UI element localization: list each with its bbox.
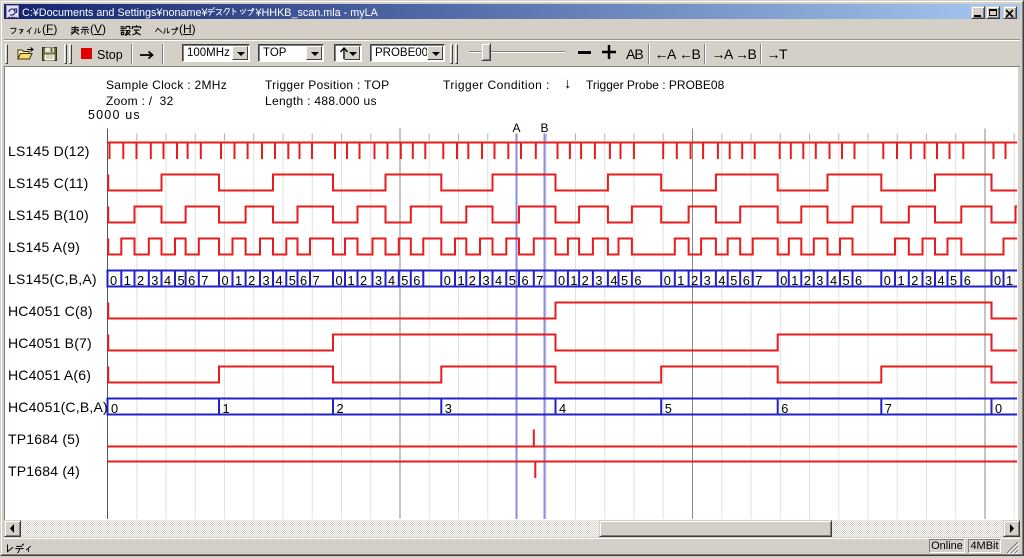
svg-text:2: 2 (360, 273, 367, 288)
svg-text:7: 7 (885, 401, 892, 416)
svg-text:3: 3 (445, 401, 452, 416)
svg-text:3: 3 (704, 273, 711, 288)
svg-text:4: 4 (164, 273, 171, 288)
svg-text:5: 5 (401, 273, 408, 288)
svg-text:3: 3 (483, 273, 490, 288)
svg-text:1: 1 (570, 273, 577, 288)
svg-text:6: 6 (964, 273, 971, 288)
svg-text:1: 1 (791, 273, 798, 288)
svg-text:0: 0 (110, 273, 117, 288)
svg-text:6: 6 (413, 273, 420, 288)
svg-text:7: 7 (201, 273, 208, 288)
svg-text:2: 2 (337, 401, 344, 416)
svg-text:2: 2 (469, 273, 476, 288)
svg-text:0: 0 (111, 401, 118, 416)
svg-text:1: 1 (223, 401, 230, 416)
svg-text:3: 3 (816, 273, 823, 288)
svg-text:1: 1 (898, 273, 905, 288)
svg-text:1: 1 (1006, 273, 1013, 288)
svg-text:4: 4 (495, 273, 502, 288)
svg-text:5: 5 (178, 273, 185, 288)
svg-text:3: 3 (925, 273, 932, 288)
svg-text:2: 2 (137, 273, 144, 288)
svg-text:0: 0 (664, 273, 671, 288)
svg-text:0: 0 (558, 273, 565, 288)
svg-text:6: 6 (781, 401, 788, 416)
svg-text:1: 1 (124, 273, 131, 288)
svg-text:4: 4 (610, 273, 617, 288)
svg-text:6: 6 (188, 273, 195, 288)
svg-text:B: B (540, 121, 548, 135)
svg-text:0: 0 (995, 401, 1002, 416)
svg-text:A: A (512, 121, 520, 135)
svg-text:2: 2 (804, 273, 811, 288)
svg-text:0: 0 (884, 273, 891, 288)
svg-text:5: 5 (665, 401, 672, 416)
svg-text:2: 2 (911, 273, 918, 288)
svg-text:1: 1 (458, 273, 465, 288)
svg-text:6: 6 (300, 273, 307, 288)
svg-text:2: 2 (582, 273, 589, 288)
svg-text:4: 4 (830, 273, 837, 288)
svg-text:1: 1 (348, 273, 355, 288)
svg-text:1: 1 (677, 273, 684, 288)
svg-text:6: 6 (743, 273, 750, 288)
svg-text:6: 6 (634, 273, 641, 288)
svg-text:4: 4 (938, 273, 945, 288)
svg-text:0: 0 (444, 273, 451, 288)
svg-text:4: 4 (276, 273, 283, 288)
svg-text:4: 4 (388, 273, 395, 288)
svg-text:3: 3 (151, 273, 158, 288)
svg-text:5: 5 (950, 273, 957, 288)
svg-text:0: 0 (222, 273, 229, 288)
svg-text:7: 7 (755, 273, 762, 288)
svg-text:5: 5 (730, 273, 737, 288)
svg-text:0: 0 (780, 273, 787, 288)
svg-text:1: 1 (235, 273, 242, 288)
svg-text:5: 5 (843, 273, 850, 288)
svg-text:0: 0 (994, 273, 1001, 288)
svg-text:3: 3 (263, 273, 270, 288)
svg-text:2: 2 (691, 273, 698, 288)
svg-text:4: 4 (718, 273, 725, 288)
svg-text:5: 5 (621, 273, 628, 288)
svg-text:7: 7 (313, 273, 320, 288)
svg-text:3: 3 (595, 273, 602, 288)
svg-text:6: 6 (522, 273, 529, 288)
svg-text:5: 5 (509, 273, 516, 288)
svg-text:0: 0 (336, 273, 343, 288)
svg-text:6: 6 (855, 273, 862, 288)
svg-text:5: 5 (289, 273, 296, 288)
svg-text:4: 4 (559, 401, 566, 416)
svg-text:7: 7 (536, 273, 543, 288)
svg-text:3: 3 (375, 273, 382, 288)
svg-text:2: 2 (248, 273, 255, 288)
